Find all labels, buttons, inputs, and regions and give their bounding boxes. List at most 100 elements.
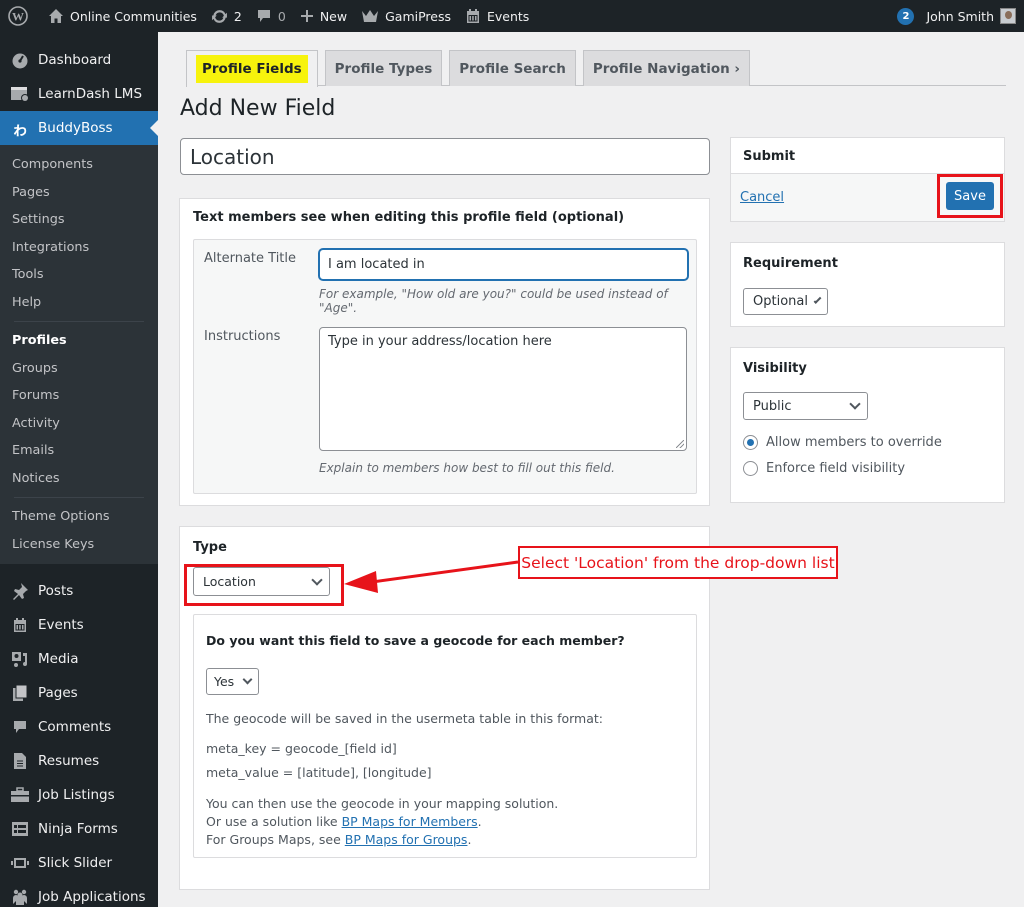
requirement-selected-value: Optional [753,294,808,309]
radio-unchecked-icon [743,461,758,476]
tab-profile-search[interactable]: Profile Search [449,50,576,86]
tab-profile-navigation[interactable]: Profile Navigation › [582,50,750,86]
site-name-link[interactable]: Online Communities [41,0,204,32]
format-text: The geocode will be saved in the usermet… [206,711,603,726]
bp-maps-groups-link[interactable]: BP Maps for Groups [345,832,468,847]
submenu-settings[interactable]: Settings [0,206,158,234]
wordpress-logo-button[interactable]: W [0,0,41,32]
radio-enforce-visibility[interactable]: Enforce field visibility [743,461,905,476]
cancel-link[interactable]: Cancel [740,190,784,205]
sidebar-item-media[interactable]: Media [0,642,158,676]
tab-profile-types[interactable]: Profile Types [324,50,443,86]
user-name[interactable]: John Smith [926,9,994,24]
instructions-value: Type in your address/location here [328,334,552,349]
tab-profile-fields[interactable]: Profile Fields [186,50,318,87]
sidebar-item-label: Media [38,651,79,667]
updates-link[interactable]: 2 [204,0,249,32]
members-maps-line: Or use a solution like BP Maps for Membe… [206,814,482,829]
sidebar-item-job-listings[interactable]: Job Listings [0,778,158,812]
chevron-down-icon [849,398,861,410]
visibility-selected-value: Public [753,398,792,414]
radio-label: Allow members to override [766,435,942,450]
submenu-divider [14,321,144,322]
submenu-notices[interactable]: Notices [0,465,158,493]
submenu-tools[interactable]: Tools [0,261,158,289]
sidebar-item-events[interactable]: Events [0,608,158,642]
crown-icon [362,10,379,22]
sidebar-item-dashboard[interactable]: Dashboard [0,43,158,77]
sidebar-item-pages[interactable]: Pages [0,676,158,710]
sidebar-item-job-applications[interactable]: Job Applications [0,880,158,907]
submenu-integrations[interactable]: Integrations [0,234,158,262]
sidebar-item-label: Ninja Forms [38,821,118,837]
profile-tabs: Profile Fields Profile Types Profile Sea… [186,50,1006,87]
form-icon [10,819,30,839]
sidebar-item-comments[interactable]: Comments [0,710,158,744]
events-link[interactable]: Events [458,0,536,32]
submit-heading: Submit [743,149,796,164]
people-icon [10,887,30,907]
requirement-select[interactable]: Optional [743,288,828,315]
period: . [467,832,472,847]
bp-maps-members-link[interactable]: BP Maps for Members [342,814,478,829]
member-text-box: Text members see when editing this profi… [179,198,710,506]
resize-handle-icon[interactable] [676,440,684,448]
sidebar-item-slick-slider[interactable]: Slick Slider [0,846,158,880]
updates-icon [211,9,227,23]
submenu-activity[interactable]: Activity [0,410,158,438]
radio-checked-icon [743,435,758,450]
sidebar-item-label: Slick Slider [38,855,113,871]
geocode-box: Do you want this field to save a geocode… [193,614,697,858]
instructions-label: Instructions [204,329,281,344]
admin-bar: W Online Communities 2 0 New GamiPress E… [0,0,1024,32]
sidebar-item-buddyboss[interactable]: ゎ BuddyBoss [0,111,158,145]
annotation-callout: Select 'Location' from the drop-down lis… [518,546,838,579]
members-maps-prefix: Or use a solution like [206,814,342,829]
buddyboss-icon: ゎ [11,120,28,139]
submenu-forums[interactable]: Forums [0,382,158,410]
annotation-arrow-icon [344,560,519,593]
visibility-select[interactable]: Public [743,392,868,420]
save-button[interactable]: Save [946,182,994,210]
gamipress-link[interactable]: GamiPress [354,0,458,32]
submenu-pages[interactable]: Pages [0,179,158,207]
submenu-license-keys[interactable]: License Keys [0,531,158,559]
submenu-components[interactable]: Components [0,151,158,179]
page-title: Add New Field [180,96,336,121]
comments-link[interactable]: 0 [249,0,293,32]
submenu-groups[interactable]: Groups [0,355,158,383]
field-name-input[interactable]: Location [180,138,710,175]
submenu-help[interactable]: Help [0,289,158,317]
groups-maps-line: For Groups Maps, see BP Maps for Groups. [206,832,471,847]
instructions-textarea[interactable]: Type in your address/location here [319,327,687,451]
new-content-link[interactable]: New [293,0,354,32]
submenu-emails[interactable]: Emails [0,437,158,465]
plus-icon [300,10,313,22]
visibility-heading: Visibility [743,361,807,376]
notifications-badge[interactable]: 2 [897,7,915,25]
updates-count: 2 [233,8,242,24]
comment-icon [257,10,270,22]
chevron-down-icon [813,295,822,304]
sidebar-item-resumes[interactable]: Resumes [0,744,158,778]
media-icon [10,649,30,669]
annotation-text: Select 'Location' from the drop-down lis… [521,553,835,572]
meta-key-text: meta_key = geocode_[field id] [206,741,397,756]
type-heading: Type [193,540,227,555]
submenu-theme-options[interactable]: Theme Options [0,503,158,531]
home-icon [49,9,63,23]
gamipress-label: GamiPress [385,8,451,24]
sidebar-item-learndash[interactable]: LearnDash LMS [0,77,158,111]
briefcase-icon [10,785,30,805]
sidebar-item-posts[interactable]: Posts [0,574,158,608]
sidebar-item-ninja-forms[interactable]: Ninja Forms [0,812,158,846]
geocode-select[interactable]: Yes [206,668,259,695]
calendar-icon [10,615,30,635]
slider-icon [10,853,30,873]
alternate-title-input[interactable]: I am located in [319,249,688,280]
avatar[interactable] [1000,8,1016,24]
radio-allow-override[interactable]: Allow members to override [743,435,942,450]
comments-count: 0 [277,8,286,24]
alternate-title-label: Alternate Title [204,251,297,266]
submenu-profiles[interactable]: Profiles [0,327,158,355]
